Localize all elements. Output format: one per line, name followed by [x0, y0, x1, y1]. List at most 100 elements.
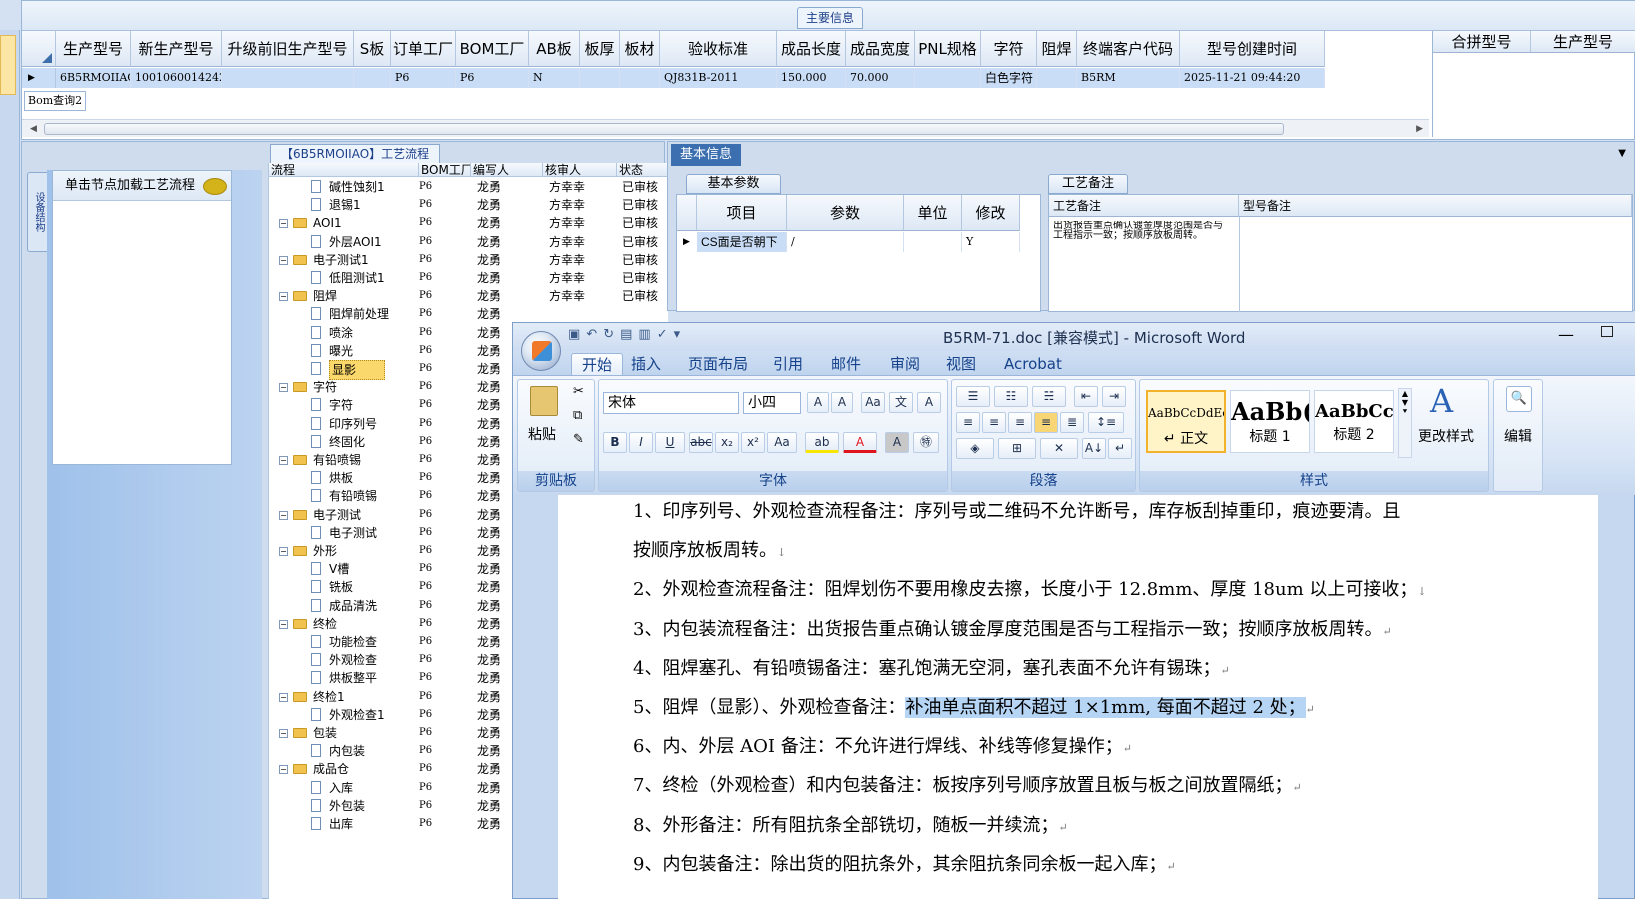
- tree-row[interactable]: − 电子测试1 P6 龙勇 方幸幸 已审核: [269, 251, 669, 269]
- doc-line[interactable]: 7、终检（外观检查）和内包装备注：板按序列号顺序放置且板与板之间放置隔纸；↵: [633, 771, 1302, 797]
- sort-button[interactable]: A↓: [1082, 438, 1106, 459]
- device-structure-tab[interactable]: 设备结构: [27, 172, 47, 252]
- edit-button[interactable]: 编辑: [1504, 426, 1532, 446]
- tree-node-label[interactable]: 碱性蚀刻1: [329, 178, 385, 196]
- increase-indent-button[interactable]: ⇥: [1102, 386, 1126, 407]
- col-header-7[interactable]: 板厚: [580, 31, 620, 67]
- tree-node-label[interactable]: 有铅喷锡: [329, 487, 377, 505]
- tree-row[interactable]: 退锡1 P6 龙勇 方幸幸 已审核: [269, 196, 669, 214]
- ribbon-tab-4[interactable]: 邮件: [831, 353, 861, 375]
- align-center-button[interactable]: ≡: [982, 412, 1006, 433]
- collapse-icon[interactable]: −: [279, 729, 288, 738]
- subscript-button[interactable]: x₂: [715, 432, 739, 453]
- tree-node-label[interactable]: 低阻测试1: [329, 269, 385, 287]
- paste-icon[interactable]: [530, 386, 558, 416]
- tree-node-label[interactable]: 成品清洗: [329, 597, 377, 615]
- maximize-button[interactable]: [1601, 326, 1613, 337]
- basic-params-tab[interactable]: 基本参数: [686, 174, 781, 194]
- craft-remark-text[interactable]: 出货报告重点确认镀金厚度范围是否与工程指示一致；按顺序放板周转。: [1053, 221, 1228, 261]
- param-col-edit[interactable]: 修改: [962, 195, 1020, 231]
- ribbon-tab-7[interactable]: Acrobat: [1004, 353, 1062, 375]
- process-flow-tab[interactable]: 【6B5RMOIIAO】工艺流程: [270, 144, 441, 164]
- col-header-8[interactable]: 板材: [620, 31, 660, 67]
- tree-node-label[interactable]: 喷涂: [329, 324, 353, 342]
- left-dock-tab[interactable]: [0, 35, 16, 95]
- print-icon[interactable]: ▥: [638, 327, 656, 342]
- col-header-9[interactable]: 验收标准: [660, 31, 777, 67]
- tree-node-label[interactable]: 阻焊: [313, 287, 337, 305]
- craft-remark-tab[interactable]: 工艺备注: [1048, 174, 1128, 194]
- style-heading1[interactable]: AaBb( 标题 1: [1230, 390, 1310, 453]
- save-icon[interactable]: ▣: [568, 327, 586, 342]
- row-cell-5[interactable]: P6: [456, 68, 529, 88]
- phonetic-button[interactable]: 文: [889, 392, 913, 413]
- col-header-5[interactable]: BOM工厂: [456, 31, 529, 67]
- numbering-button[interactable]: ☷: [994, 386, 1028, 407]
- col-header-6[interactable]: AB板: [529, 31, 580, 67]
- param-cell-item[interactable]: CS面是否朝下: [697, 232, 787, 252]
- collapse-icon[interactable]: −: [279, 255, 288, 265]
- doc-line[interactable]: 按顺序放板周转。↓: [633, 536, 786, 562]
- tree-node-label[interactable]: 外观检查: [329, 651, 377, 669]
- col-header-16[interactable]: 型号创建时间: [1180, 31, 1325, 67]
- redo-icon[interactable]: ↻: [603, 327, 620, 342]
- tree-node-label[interactable]: 外观检查1: [329, 706, 385, 724]
- horizontal-scrollbar[interactable]: ◀ ▶: [22, 119, 1429, 137]
- tree-node-label[interactable]: 字符: [329, 396, 353, 414]
- grow-font-button[interactable]: A: [807, 392, 829, 413]
- shading-button[interactable]: ◈: [956, 438, 994, 459]
- highlight-button[interactable]: ab: [805, 432, 839, 453]
- tree-node-label[interactable]: 显影: [329, 360, 386, 380]
- doc-line[interactable]: 9、内包装备注：除出货的阻抗条外，其余阻抗条同余板一起入库；↵: [633, 850, 1176, 876]
- tree-node-label[interactable]: 退锡1: [329, 196, 361, 214]
- col-header-3[interactable]: S板: [354, 31, 391, 67]
- row-cell-12[interactable]: [915, 68, 981, 88]
- row-cell-13[interactable]: 白色字符: [981, 68, 1037, 88]
- doc-line[interactable]: 4、阻焊塞孔、有铅喷锡备注：塞孔饱满无空洞，塞孔表面不允许有锡珠；↵: [633, 654, 1230, 680]
- row-cell-16[interactable]: 2025-11-21 09:44:20: [1180, 68, 1325, 88]
- col-header-0[interactable]: 生产型号: [56, 31, 131, 67]
- open-icon[interactable]: ▤: [620, 327, 638, 342]
- tree-node-label[interactable]: 外形: [313, 542, 337, 560]
- tree-node-label[interactable]: 终固化: [329, 433, 365, 451]
- tree-node-label[interactable]: 功能检查: [329, 633, 377, 651]
- tree-node-label[interactable]: 电子测试1: [313, 251, 369, 269]
- tree-row[interactable]: − AOI1 P6 龙勇 方幸幸 已审核: [269, 214, 669, 232]
- scrollbar-thumb[interactable]: [44, 123, 1284, 135]
- col-header-4[interactable]: 订单工厂: [391, 31, 456, 67]
- row-cell-15[interactable]: B5RM: [1077, 68, 1180, 88]
- ribbon-tab-5[interactable]: 审阅: [890, 353, 920, 375]
- col-header-15[interactable]: 终端客户代码: [1077, 31, 1180, 67]
- col-header-2[interactable]: 升级前旧生产型号: [222, 31, 354, 67]
- tree-row[interactable]: 碱性蚀刻1 P6 龙勇 方幸幸 已审核: [269, 178, 669, 196]
- col-header-10[interactable]: 成品长度: [777, 31, 846, 67]
- justify-button[interactable]: ≡: [1034, 412, 1058, 433]
- tree-col-status[interactable]: 状态: [617, 163, 669, 177]
- change-styles-icon[interactable]: A: [1430, 382, 1453, 420]
- style-heading2[interactable]: AaBbCc 标题 2: [1314, 390, 1394, 453]
- char-border-button[interactable]: A: [917, 392, 941, 413]
- cut-icon[interactable]: ✂: [573, 384, 584, 399]
- multilevel-list-button[interactable]: ☵: [1032, 386, 1066, 407]
- tree-col-writer[interactable]: 编写人: [471, 163, 543, 177]
- collapse-icon[interactable]: −: [279, 292, 288, 302]
- spellcheck-icon[interactable]: ✓: [657, 327, 674, 342]
- tree-node-label[interactable]: 阻焊前处理: [329, 305, 389, 323]
- doc-line[interactable]: 6、内、外层 AOI 备注：不允许进行焊线、补线等修复操作；↵: [633, 732, 1132, 758]
- tree-row[interactable]: 阻焊前处理 P6 龙勇: [269, 305, 669, 323]
- font-name-field[interactable]: 宋体: [603, 392, 739, 414]
- bold-button[interactable]: B: [603, 432, 627, 453]
- row-cell-7[interactable]: [580, 68, 620, 88]
- col-header-13[interactable]: 字符: [981, 31, 1037, 67]
- document-page[interactable]: 1、印序列号、外观检查流程备注：序列号或二维码不允许断号，库存板刮掉重印，痕迹要…: [558, 495, 1598, 899]
- strikethrough-button[interactable]: abc: [689, 432, 713, 453]
- superscript-button[interactable]: x²: [741, 432, 765, 453]
- collapse-icon[interactable]: −: [279, 383, 288, 393]
- tree-node-label[interactable]: 曝光: [329, 342, 353, 360]
- decrease-indent-button[interactable]: ⇤: [1074, 386, 1098, 407]
- tree-col-flow[interactable]: 流程: [269, 163, 419, 177]
- row-cell-8[interactable]: [620, 68, 660, 88]
- collapse-icon[interactable]: −: [279, 619, 288, 629]
- ribbon-tab-2[interactable]: 页面布局: [688, 353, 748, 375]
- tree-col-bom[interactable]: BOM工厂: [419, 163, 471, 177]
